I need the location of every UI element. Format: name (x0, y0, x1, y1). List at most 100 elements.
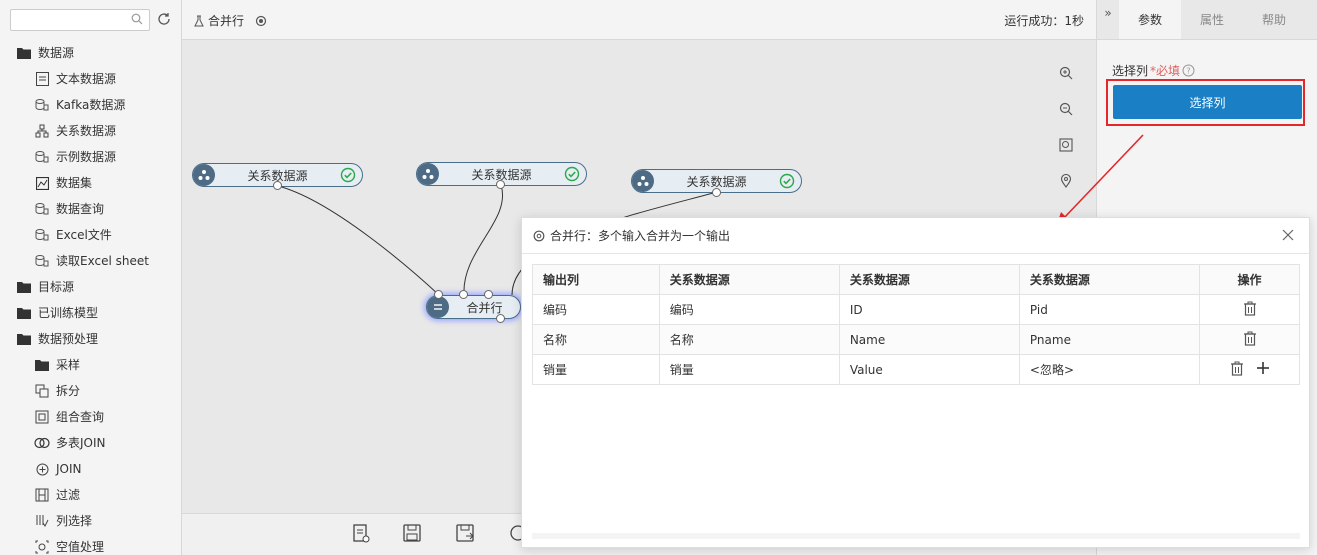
plus-circle-icon (34, 461, 50, 477)
zoom-out-icon (1059, 102, 1073, 116)
search-input[interactable] (10, 9, 150, 31)
node-port[interactable] (434, 290, 443, 299)
sidebar-item-label: 拆分 (56, 384, 81, 398)
collapse-icon[interactable]: » (1097, 0, 1119, 39)
merge-rows-dialog: 合并行：多个输入合并为一个输出 输出列 关系数据源 关系数据源 关系数据源 操作… (521, 217, 1310, 548)
cell-actions (1199, 354, 1300, 385)
table-header-row: 输出列 关系数据源 关系数据源 关系数据源 操作 (532, 264, 1300, 295)
cell-source-2[interactable]: ID (838, 294, 1020, 325)
node-port[interactable] (496, 180, 505, 189)
text-file-icon (34, 71, 50, 87)
cell-source-1[interactable]: 编码 (658, 294, 840, 325)
node-port[interactable] (712, 188, 721, 197)
settings-icon[interactable] (254, 14, 268, 28)
refresh-icon[interactable] (156, 11, 172, 27)
sidebar-item[interactable]: Kafka数据源 (0, 92, 181, 118)
sidebar-item[interactable]: 过滤 (0, 482, 181, 508)
cell-source-1[interactable]: 名称 (658, 324, 840, 355)
sidebar-item[interactable]: 示例数据源 (0, 144, 181, 170)
sidebar-item[interactable]: 数据源 (0, 40, 181, 66)
sidebar-item[interactable]: 数据查询 (0, 196, 181, 222)
sidebar-item-label: JOIN (56, 462, 82, 476)
field-label: 选择列 (1112, 64, 1149, 78)
gear-icon (533, 230, 545, 241)
save-as-icon[interactable] (454, 522, 476, 544)
dialog-header: 合并行：多个输入合并为一个输出 (522, 218, 1309, 254)
sidebar-item-label: 组合查询 (56, 410, 105, 424)
run-status: 运行成功：1秒 (1004, 14, 1084, 28)
cell-output[interactable]: 名称 (532, 324, 660, 355)
sidebar-item[interactable]: 已训练模型 (0, 300, 181, 326)
header-output-column: 输出列 (532, 264, 660, 295)
database-icon (34, 97, 50, 113)
cell-source-1[interactable]: 销量 (658, 354, 840, 385)
cell-output[interactable]: 销量 (532, 354, 660, 385)
sidebar-item[interactable]: 关系数据源 (0, 118, 181, 144)
sidebar-item[interactable]: 拆分 (0, 378, 181, 404)
sidebar-item[interactable]: 组合查询 (0, 404, 181, 430)
zoom-in-button[interactable] (1052, 55, 1080, 91)
add-row-icon[interactable] (1256, 361, 1270, 375)
filter-icon (34, 487, 50, 503)
sidebar-item-label: 数据预处理 (38, 332, 99, 346)
cell-source-2[interactable]: Name (838, 324, 1020, 355)
relation-icon (193, 164, 215, 186)
node-port[interactable] (484, 290, 493, 299)
column-mapping-table: 输出列 关系数据源 关系数据源 关系数据源 操作 编码 编码 ID Pid 名称… (532, 264, 1300, 385)
close-icon[interactable] (1281, 228, 1295, 242)
run-report-icon[interactable] (350, 522, 372, 544)
select-columns-button[interactable]: 选择列 (1113, 85, 1302, 119)
header-actions: 操作 (1199, 264, 1300, 295)
sidebar-item-label: 数据源 (38, 46, 75, 60)
cell-source-3[interactable]: Pname (1018, 324, 1201, 355)
sidebar-item[interactable]: 列选择 (0, 508, 181, 534)
required-mark: *必填 (1150, 64, 1181, 78)
column-select-icon (34, 513, 50, 529)
flask-icon (194, 15, 204, 26)
delete-icon[interactable] (1243, 331, 1257, 346)
fit-view-button[interactable] (1052, 127, 1080, 163)
save-icon[interactable] (401, 522, 423, 544)
combine-icon (34, 409, 50, 425)
help-icon[interactable]: ? (1182, 64, 1195, 77)
zoom-toolbar (1052, 55, 1080, 199)
zoom-out-button[interactable] (1052, 91, 1080, 127)
sidebar-item[interactable]: 数据预处理 (0, 326, 181, 352)
dataset-icon (34, 175, 50, 191)
sidebar-item[interactable]: 文本数据源 (0, 66, 181, 92)
panel-tabs: » 参数 属性 帮助 (1097, 0, 1317, 40)
sidebar-item-label: 目标源 (38, 280, 75, 294)
tab-properties[interactable]: 属性 (1181, 0, 1243, 39)
table-row: 编码 编码 ID Pid (532, 294, 1300, 325)
sidebar-item[interactable]: Excel文件 (0, 222, 181, 248)
sidebar-item-label: 空值处理 (56, 540, 105, 554)
sidebar-item-label: 过滤 (56, 488, 81, 502)
horizontal-scrollbar[interactable] (532, 533, 1300, 539)
sidebar-item[interactable]: 数据集 (0, 170, 181, 196)
node-port[interactable] (273, 181, 282, 190)
component-tree: 数据源文本数据源 Kafka数据源 关系数据源 示例数据源 数据集 数据查询 Excel文件… (0, 40, 181, 555)
fit-view-icon (1059, 138, 1073, 152)
tab-params[interactable]: 参数 (1119, 0, 1181, 39)
node-port[interactable] (459, 290, 468, 299)
folder-icon (16, 279, 32, 295)
delete-icon[interactable] (1230, 361, 1244, 376)
tab-help[interactable]: 帮助 (1243, 0, 1305, 39)
cell-source-3[interactable]: Pid (1018, 294, 1201, 325)
sidebar-item[interactable]: JOIN (0, 456, 181, 482)
sidebar-item[interactable]: 空值处理 (0, 534, 181, 555)
zoom-in-icon (1059, 66, 1073, 80)
locate-button[interactable] (1052, 163, 1080, 199)
sidebar-item[interactable]: 目标源 (0, 274, 181, 300)
sidebar-item[interactable]: 多表JOIN (0, 430, 181, 456)
delete-icon[interactable] (1243, 301, 1257, 316)
database-icon (34, 227, 50, 243)
cell-source-3[interactable]: <忽略> (1018, 354, 1201, 385)
folder-icon (16, 45, 32, 61)
cell-source-2[interactable]: Value (838, 354, 1020, 385)
node-port[interactable] (496, 314, 505, 323)
sidebar-item[interactable]: 采样 (0, 352, 181, 378)
sidebar-item[interactable]: 读取Excel sheet (0, 248, 181, 274)
dialog-title: 合并行：多个输入合并为一个输出 (550, 229, 731, 243)
cell-output[interactable]: 编码 (532, 294, 660, 325)
